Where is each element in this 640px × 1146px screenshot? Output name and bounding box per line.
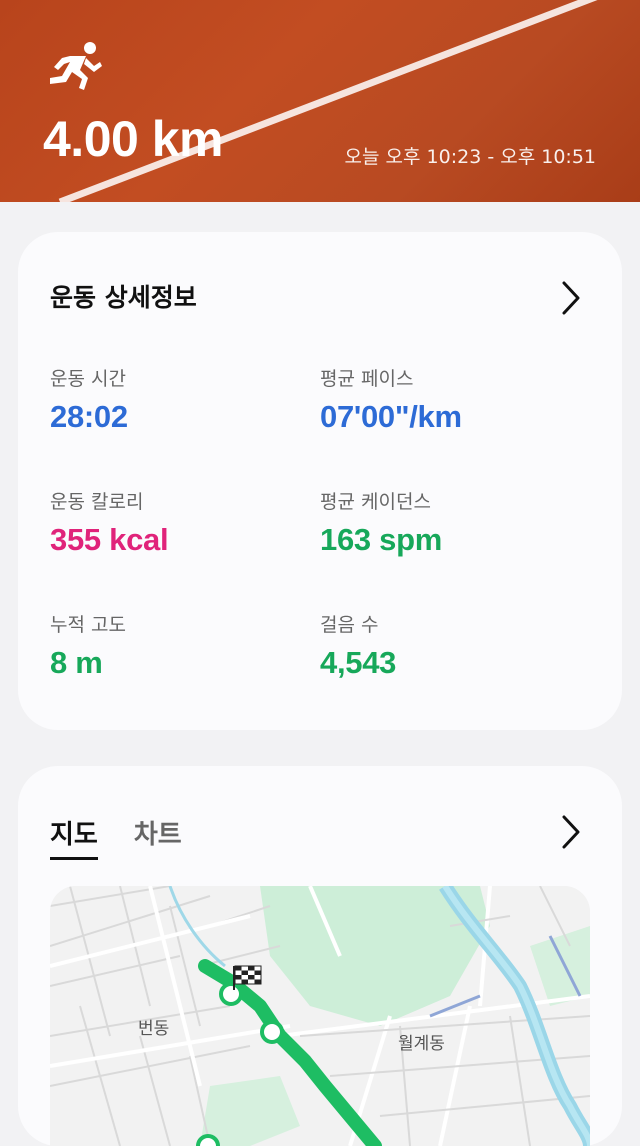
chevron-right-icon[interactable]: [560, 280, 582, 316]
tab-chart[interactable]: 차트: [134, 814, 182, 860]
route-marker: [219, 982, 243, 1006]
stat-value: 28:02: [50, 399, 128, 434]
stat-calories: 운동 칼로리 355 kcal: [50, 487, 169, 558]
route-marker: [196, 1134, 220, 1146]
stat-label: 운동 칼로리: [50, 491, 144, 513]
stat-exercise-time: 운동 시간 28:02: [50, 364, 128, 435]
stat-value: 355 kcal: [50, 522, 169, 557]
stat-label: 누적 고도: [50, 614, 126, 636]
route-marker: [260, 1020, 284, 1044]
running-icon: [50, 42, 102, 90]
map-label-beon-dong: 번동: [138, 1019, 170, 1039]
stat-value: 07'00"/km: [320, 399, 462, 434]
stat-label: 운동 시간: [50, 368, 126, 390]
tab-map[interactable]: 지도: [50, 814, 98, 860]
route-map[interactable]: 번동 월계동: [50, 886, 590, 1146]
workout-time-range: 오늘 오후 10:23 - 오후 10:51: [344, 146, 596, 168]
map-chart-card: 지도 차트 번동 월계동: [18, 766, 622, 1146]
stat-steps: 걸음 수 4,543: [320, 610, 396, 681]
workout-details-card[interactable]: 운동 상세정보 운동 시간 28:02 평균 페이스 07'00"/km 운동 …: [18, 232, 622, 730]
map-canvas: [50, 886, 590, 1146]
stat-label: 걸음 수: [320, 614, 379, 636]
map-chart-tabs: 지도 차트: [50, 814, 182, 860]
stat-value: 8 m: [50, 645, 103, 680]
stat-label: 평균 페이스: [320, 368, 414, 390]
stat-average-pace: 평균 페이스 07'00"/km: [320, 364, 462, 435]
stat-value: 4,543: [320, 645, 397, 680]
distance-value: 4.00 km: [43, 111, 223, 167]
track-background: [58, 0, 598, 202]
stat-label: 평균 케이던스: [320, 491, 431, 513]
details-title: 운동 상세정보: [50, 283, 197, 312]
map-label-wolgye-dong: 월계동: [398, 1034, 445, 1054]
stat-value: 163 spm: [320, 522, 442, 557]
stat-average-cadence: 평균 케이던스 163 spm: [320, 487, 442, 558]
stat-elevation-gain: 누적 고도 8 m: [50, 610, 126, 681]
workout-header: 4.00 km 오늘 오후 10:23 - 오후 10:51: [0, 0, 640, 202]
chevron-right-icon[interactable]: [560, 814, 582, 850]
